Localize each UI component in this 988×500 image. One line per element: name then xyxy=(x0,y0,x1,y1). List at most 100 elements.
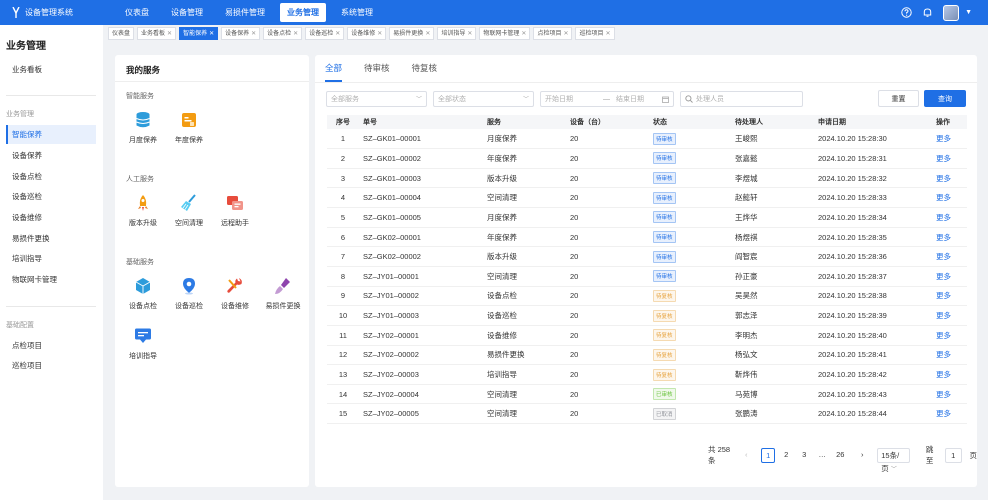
chevron-down-icon[interactable]: ▼ xyxy=(965,9,972,16)
more-link[interactable]: 更多 xyxy=(936,272,951,281)
sidebar-item-device-spot-check[interactable]: 设备点检 xyxy=(6,167,96,186)
more-link[interactable]: 更多 xyxy=(936,193,951,202)
person-search-input[interactable]: 处理人员 xyxy=(680,91,803,107)
more-link[interactable]: 更多 xyxy=(936,134,951,143)
close-icon[interactable]: ✕ xyxy=(467,28,472,40)
service-spot-check[interactable]: 设备点检 xyxy=(120,277,166,311)
service-monthly-maintenance[interactable]: 月度保养 xyxy=(120,111,166,145)
service-annual-maintenance[interactable]: 年度保养 xyxy=(166,111,212,145)
tab-item[interactable]: 业务看板 ✕ xyxy=(137,27,177,40)
status-cell: 待审核 xyxy=(649,207,731,228)
table-row: 14 SZ–JY02–00004 空间清理 20 已审核 马苑博 2024.10.20 15… xyxy=(327,384,967,405)
tab-item[interactable]: 培训指导 ✕ xyxy=(437,27,477,40)
date-range-picker[interactable]: 开始日期 — 结束日期 xyxy=(540,91,674,107)
topnav-business-management[interactable]: 业务管理 xyxy=(280,3,326,22)
query-button[interactable]: 查询 xyxy=(924,90,966,107)
tab-item[interactable]: 巡检项目 ✕ xyxy=(575,27,615,40)
sidebar-item-parts-replace[interactable]: 易损件更换 xyxy=(6,229,96,248)
status-badge: 待审核 xyxy=(653,191,676,204)
page-number[interactable]: 26 xyxy=(833,448,847,463)
table-cell: 设备维修 xyxy=(483,325,566,346)
close-icon[interactable]: ✕ xyxy=(377,28,382,40)
column-header: 申请日期 xyxy=(814,115,932,129)
close-icon[interactable]: ✕ xyxy=(251,28,256,40)
sidebar-item-inspection-items[interactable]: 巡检项目 xyxy=(6,356,96,375)
sidebar-item-device-maintenance[interactable]: 设备保养 xyxy=(6,146,96,165)
start-date-input[interactable]: 开始日期 xyxy=(545,94,597,104)
page-number[interactable]: 3 xyxy=(797,448,811,463)
sidebar-item-business-board[interactable]: 业务看板 xyxy=(6,60,96,79)
tab-item[interactable]: 物联网卡管理 ✕ xyxy=(479,27,531,40)
goto-page-input[interactable]: 1 xyxy=(944,447,962,463)
topnav-device-management[interactable]: 设备管理 xyxy=(164,3,210,22)
topnav-system-management[interactable]: 系统管理 xyxy=(334,3,380,22)
status-select[interactable]: 全部状态 ﹀ xyxy=(433,91,534,107)
service-remote-assist[interactable]: 远程助手 xyxy=(212,194,258,228)
close-icon[interactable]: ✕ xyxy=(521,28,526,40)
service-version-upgrade[interactable]: 版本升级 xyxy=(120,194,166,228)
sidebar-item-device-inspection[interactable]: 设备巡检 xyxy=(6,187,96,206)
tab-item[interactable]: 点检项目 ✕ xyxy=(533,27,573,40)
reset-button[interactable]: 重置 xyxy=(878,90,919,107)
more-link[interactable]: 更多 xyxy=(936,154,951,163)
avatar[interactable] xyxy=(943,4,960,21)
page-number[interactable]: 1 xyxy=(761,447,776,463)
table-cell: 8 xyxy=(327,266,359,287)
more-link[interactable]: 更多 xyxy=(936,409,951,418)
tab-pending-recheck[interactable]: 待复核 xyxy=(412,62,438,82)
more-link[interactable]: 更多 xyxy=(936,291,951,300)
more-link[interactable]: 更多 xyxy=(936,233,951,242)
close-icon[interactable]: ✕ xyxy=(563,28,568,40)
sidebar-item-smart-maintenance[interactable]: 智能保养 xyxy=(6,125,96,144)
close-icon[interactable]: ✕ xyxy=(167,28,172,40)
close-icon[interactable]: ✕ xyxy=(606,28,611,40)
more-link[interactable]: 更多 xyxy=(936,311,951,320)
tab-item[interactable]: 设备巡检 ✕ xyxy=(305,27,345,40)
more-link[interactable]: 更多 xyxy=(936,370,951,379)
service-space-cleanup[interactable]: 空间清理 xyxy=(166,194,212,228)
service-group-smart: 智能服务 xyxy=(126,93,154,100)
page-size-select[interactable]: 15条/页 ﹀ xyxy=(877,447,910,473)
sidebar-item-iot-card[interactable]: 物联网卡管理 xyxy=(6,270,96,289)
page-number[interactable]: 2 xyxy=(779,448,793,463)
next-page-icon[interactable]: › xyxy=(855,448,869,463)
more-link[interactable]: 更多 xyxy=(936,390,951,399)
top-nav: 仪表盘 设备管理 易损件管理 业务管理 系统管理 xyxy=(118,3,380,22)
tab-pending-review[interactable]: 待审核 xyxy=(364,62,390,82)
close-icon[interactable]: ✕ xyxy=(335,28,340,40)
tab-all[interactable]: 全部 xyxy=(325,62,343,82)
tab-item[interactable]: 仪表盘 xyxy=(108,27,135,40)
sidebar-item-device-repair[interactable]: 设备维修 xyxy=(6,208,96,227)
prev-page-icon[interactable]: ‹ xyxy=(739,448,753,463)
more-link[interactable]: 更多 xyxy=(936,350,951,359)
status-cell: 待审核 xyxy=(649,129,731,150)
bell-icon[interactable] xyxy=(922,7,933,18)
service-parts-replace[interactable]: 易损件更换 xyxy=(258,277,308,311)
service-select[interactable]: 全部服务 ﹀ xyxy=(326,91,427,107)
tab-item[interactable]: 易损件更换 ✕ xyxy=(389,27,435,40)
more-link[interactable]: 更多 xyxy=(936,331,951,340)
table-cell: 20 xyxy=(566,364,649,385)
topnav-parts-management[interactable]: 易损件管理 xyxy=(218,3,272,22)
table-cell: 王烨华 xyxy=(731,207,814,228)
tab-item[interactable]: 设备维修 ✕ xyxy=(347,27,387,40)
more-link[interactable]: 更多 xyxy=(936,174,951,183)
tab-item[interactable]: 设备点检 ✕ xyxy=(263,27,303,40)
tab-item[interactable]: 设备保养 ✕ xyxy=(221,27,261,40)
more-link[interactable]: 更多 xyxy=(936,213,951,222)
close-icon[interactable]: ✕ xyxy=(293,28,298,40)
sidebar-item-spot-check-items[interactable]: 点检项目 xyxy=(6,336,96,355)
topnav-dashboard[interactable]: 仪表盘 xyxy=(118,3,156,22)
end-date-input[interactable]: 结束日期 xyxy=(616,94,644,104)
help-icon[interactable] xyxy=(901,7,912,18)
sidebar-item-training[interactable]: 培训指导 xyxy=(6,249,96,268)
service-repair[interactable]: 设备维修 xyxy=(212,277,258,311)
service-inspection[interactable]: 设备巡检 xyxy=(166,277,212,311)
close-icon[interactable]: ✕ xyxy=(425,28,430,40)
app-logo[interactable]: 设备管理系统 xyxy=(12,0,73,25)
action-cell: 更多 xyxy=(932,364,967,385)
tab-item[interactable]: 智能保养 ✕ xyxy=(179,27,219,40)
more-link[interactable]: 更多 xyxy=(936,252,951,261)
close-icon[interactable]: ✕ xyxy=(209,28,214,40)
service-training[interactable]: 培训指导 xyxy=(120,327,166,361)
